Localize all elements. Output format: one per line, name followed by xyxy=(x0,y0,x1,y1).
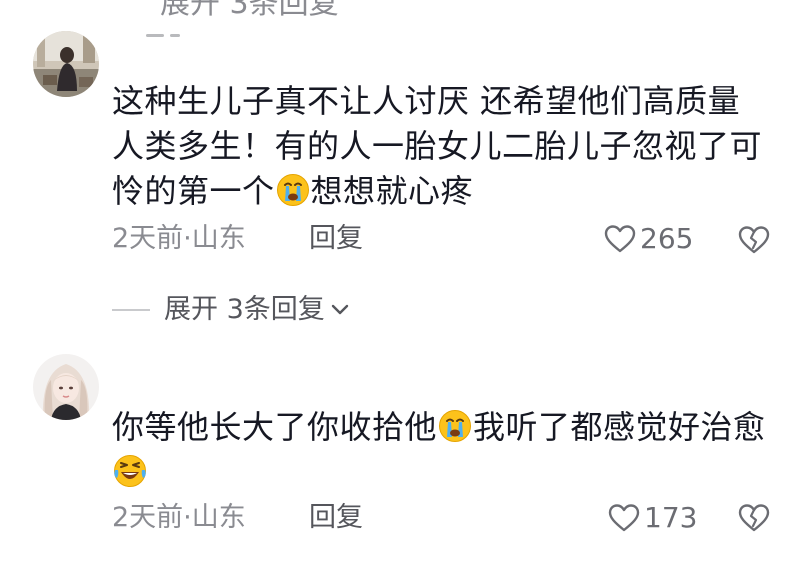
comment-text-part: 我听了都感觉好治愈 xyxy=(473,408,766,446)
crying-emoji-icon xyxy=(276,173,310,207)
expand-divider xyxy=(112,309,150,311)
broken-heart-icon xyxy=(738,503,770,533)
comment-text-part: 你等他长大了你收拾他 xyxy=(112,408,438,446)
time-location-text: 2天前·山东 xyxy=(112,502,246,533)
reply-label: 回复 xyxy=(309,502,363,533)
like-button[interactable]: 265 xyxy=(604,222,693,256)
chevron-down-icon xyxy=(325,303,351,317)
comment-text: 你等他长大了你收拾他 我听了都感觉好治愈 xyxy=(112,405,772,495)
previous-expand-replies-partial[interactable]: 展开 3条回复 xyxy=(160,0,339,22)
comment-text: 这种生儿子真不让人讨厌 还希望他们高质量人类多生！有的人一胎女儿二胎儿子忽视了可… xyxy=(112,79,772,214)
like-count: 173 xyxy=(644,501,698,534)
broken-heart-icon xyxy=(738,225,770,255)
expand-replies-label: 展开 3条回复 xyxy=(164,294,325,325)
dislike-button[interactable] xyxy=(738,225,770,255)
like-count: 265 xyxy=(640,222,694,255)
dislike-button[interactable] xyxy=(738,503,770,533)
comment-text-part: 想想就心疼 xyxy=(310,172,474,210)
heart-icon xyxy=(604,224,636,254)
like-button[interactable]: 173 xyxy=(608,501,697,535)
heart-icon xyxy=(608,503,640,533)
reply-label: 回复 xyxy=(309,223,363,254)
reply-button[interactable]: 回复 xyxy=(309,501,363,535)
previous-expand-label: 展开 3条回复 xyxy=(160,0,339,21)
time-location-text: 2天前·山东 xyxy=(112,223,246,254)
avatar[interactable] xyxy=(33,354,99,420)
crying-emoji-icon xyxy=(438,409,472,443)
reply-button[interactable]: 回复 xyxy=(309,222,363,256)
avatar[interactable] xyxy=(33,31,99,97)
comment-username-partial[interactable] xyxy=(118,28,186,38)
comment-time-location: 2天前·山东 xyxy=(112,501,246,535)
expand-replies-button[interactable]: 展开 3条回复 xyxy=(112,293,351,327)
laughing-emoji-icon xyxy=(113,454,147,488)
comment-time-location: 2天前·山东 xyxy=(112,222,246,256)
